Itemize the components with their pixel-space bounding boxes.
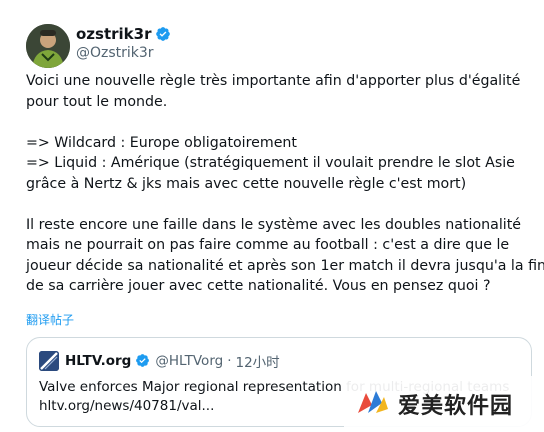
tweet-text-line: => Liquid : Amérique (stratégiquement il… (26, 155, 515, 171)
watermark: 爱美软件园 (344, 376, 544, 432)
meta-separator: · (227, 353, 232, 369)
watermark-text: 爱美软件园 (398, 394, 514, 419)
tweet-text-line: pour tout le monde. (26, 93, 168, 110)
quoted-header: HLTV.org @HLTVorg · 12小时 (65, 351, 280, 371)
quoted-author-handle[interactable]: @HLTVorg (155, 353, 223, 369)
tweet-text-line: grâce à Nertz & jks mais avec cette nouv… (26, 175, 467, 192)
tweet-text: Voici une nouvelle règle très importante… (26, 71, 544, 297)
quoted-author-name[interactable]: HLTV.org (65, 353, 131, 369)
tweet-text-line: mais ne pourrait on pas faire comme au f… (26, 237, 510, 253)
quoted-timestamp[interactable]: 12小时 (236, 351, 280, 371)
tweet-text-line: Il reste encore une faille dans le systè… (26, 216, 522, 233)
tweet: ozstrik3r @Ozstrik3r Voici une nouvelle … (0, 0, 544, 432)
author-handle[interactable]: @Ozstrik3r (76, 45, 154, 61)
tweet-text-line: de sa carrière jouer avec cette national… (26, 278, 491, 294)
verified-badge-icon (135, 353, 151, 369)
author-display-name[interactable]: ozstrik3r (76, 25, 171, 43)
hltv-logo-icon (39, 351, 59, 371)
tweet-text-line: Voici une nouvelle règle très importante… (26, 73, 521, 89)
tweet-text-line: => Wildcard : Europe obligatoirement (26, 134, 297, 151)
author-avatar[interactable] (26, 24, 70, 68)
verified-badge-icon (155, 26, 171, 42)
watermark-logo-icon (356, 387, 390, 421)
tweet-text-line: joueur décide sa nationalité et après so… (26, 257, 544, 274)
translate-post-link[interactable]: 翻译帖子 (26, 311, 74, 328)
author-name-text[interactable]: ozstrik3r (76, 25, 151, 43)
